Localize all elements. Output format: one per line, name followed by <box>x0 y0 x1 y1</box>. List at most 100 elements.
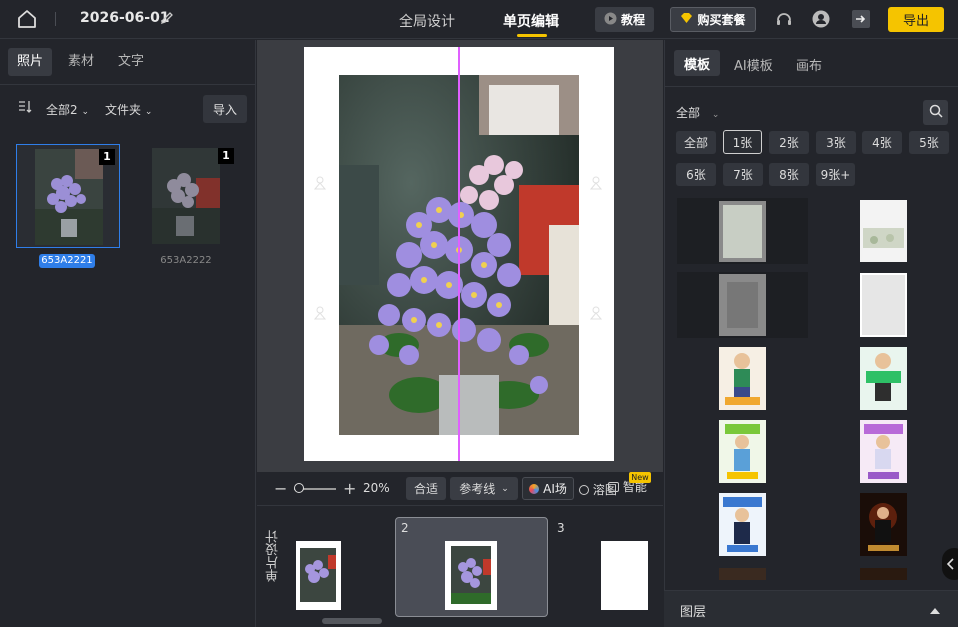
pencil-icon[interactable] <box>160 11 174 25</box>
diamond-icon <box>680 12 693 27</box>
project-date-title[interactable]: 2026-06-01 <box>80 10 170 26</box>
play-icon <box>604 12 617 28</box>
template-card[interactable] <box>860 273 907 337</box>
watermark-icon <box>312 305 328 321</box>
divider <box>55 12 56 26</box>
page-strip-scrollbar[interactable] <box>322 618 382 624</box>
chip-4[interactable]: 4张 <box>862 131 902 154</box>
chip-all[interactable]: 全部 <box>676 131 716 154</box>
page-strip-label: 单片设计 <box>266 530 281 582</box>
filter-all-label: 全部2 <box>46 103 78 117</box>
ai-scene-label: AI场 <box>543 482 567 496</box>
photo-caption: 653A2221 <box>39 254 95 268</box>
caret-up-icon[interactable] <box>930 604 940 614</box>
watermark-icon <box>588 175 604 191</box>
photo-image <box>152 148 220 244</box>
tab-materials[interactable]: 素材 <box>68 48 94 76</box>
import-button[interactable]: 导入 <box>203 95 247 123</box>
search-button[interactable] <box>923 100 948 125</box>
photo-count-badge: 1 <box>99 149 115 165</box>
logout-icon[interactable] <box>852 10 870 28</box>
chip-6[interactable]: 6张 <box>676 163 716 186</box>
chip-1[interactable]: 1张 <box>723 130 762 154</box>
page-thumbnail[interactable] <box>296 541 341 610</box>
headset-icon[interactable] <box>774 9 794 29</box>
folder-label: 文件夹 <box>105 103 142 117</box>
chip-5[interactable]: 5张 <box>909 131 949 154</box>
tab-text[interactable]: 文字 <box>118 48 144 76</box>
new-badge: New <box>629 472 651 483</box>
zoom-in-icon[interactable]: + <box>343 479 356 498</box>
page-thumbnail[interactable] <box>601 541 648 610</box>
template-card[interactable] <box>860 568 907 580</box>
reference-line-label: 参考线 <box>459 482 496 496</box>
page-number: 2 <box>401 521 409 535</box>
page-thumbnail[interactable] <box>445 541 497 610</box>
chip-3[interactable]: 3张 <box>816 131 856 154</box>
radio-circle-icon <box>579 485 589 495</box>
chip-8[interactable]: 8张 <box>769 163 809 186</box>
reference-line-dropdown[interactable]: 参考线 ⌄ <box>450 477 518 500</box>
watermark-icon <box>588 305 604 321</box>
active-tab-indicator <box>517 34 547 37</box>
template-card[interactable] <box>719 420 766 483</box>
tab-global-design[interactable]: 全局设计 <box>399 11 455 31</box>
sort-icon[interactable] <box>18 100 32 114</box>
buy-package-label: 购买套餐 <box>697 13 746 27</box>
template-card[interactable] <box>677 198 808 264</box>
watermark-icon <box>312 175 328 191</box>
collapse-panel-handle[interactable] <box>942 548 958 580</box>
tab-canvas[interactable]: 画布 <box>796 55 822 74</box>
zoom-out-icon[interactable]: − <box>274 479 287 498</box>
photo-caption: 653A2222 <box>160 255 212 266</box>
filter-all-dropdown[interactable]: 全部2 ⌄ <box>46 101 89 118</box>
left-panel-tabs: 照片 素材 文字 <box>8 48 248 76</box>
photo-count-badge: 1 <box>218 148 234 164</box>
template-card[interactable] <box>719 347 766 410</box>
smart-icon <box>608 482 619 492</box>
ai-icon <box>529 483 540 494</box>
photo-image <box>35 149 103 245</box>
template-card[interactable] <box>719 568 766 580</box>
template-filter-dropdown[interactable]: 全部 ⌄ <box>676 104 719 121</box>
zoom-slider-handle[interactable] <box>294 483 304 493</box>
tutorial-label: 教程 <box>620 13 645 27</box>
search-icon <box>929 104 943 122</box>
export-button[interactable]: 导出 <box>888 7 944 32</box>
folder-dropdown[interactable]: 文件夹 ⌄ <box>105 101 152 118</box>
photo-thumbnail[interactable]: 1 <box>16 144 120 248</box>
template-card[interactable] <box>860 493 907 556</box>
chevron-down-icon: ⌄ <box>81 107 90 117</box>
template-card[interactable] <box>860 200 907 262</box>
reference-guide-line[interactable] <box>458 47 460 461</box>
chip-9plus[interactable]: 9张+ <box>816 163 855 186</box>
layers-label: 图层 <box>680 605 707 620</box>
buy-package-button[interactable]: 购买套餐 <box>670 7 756 32</box>
ai-scene-button[interactable]: AI场 <box>522 477 574 500</box>
divider <box>664 86 958 87</box>
chevron-down-icon: ⌄ <box>711 110 720 120</box>
fit-button[interactable]: 合适 <box>406 477 446 500</box>
tab-ai-templates[interactable]: AI模板 <box>734 55 773 74</box>
template-card[interactable] <box>860 420 907 483</box>
left-panel <box>0 40 256 627</box>
chevron-down-icon: ⌄ <box>501 483 509 494</box>
template-card[interactable] <box>860 347 907 410</box>
home-icon[interactable] <box>16 9 38 29</box>
divider <box>0 84 256 85</box>
chevron-down-icon: ⌄ <box>144 107 153 117</box>
tutorial-button[interactable]: 教程 <box>595 7 654 32</box>
tab-photos[interactable]: 照片 <box>8 48 52 76</box>
template-card[interactable] <box>719 493 766 556</box>
photo-thumbnail[interactable]: 1 <box>134 144 238 248</box>
page-number: 3 <box>557 521 565 535</box>
zoom-level: 20% <box>363 481 390 495</box>
template-card[interactable] <box>677 272 808 338</box>
chip-7[interactable]: 7张 <box>723 163 763 186</box>
layers-panel-header[interactable] <box>664 590 958 627</box>
user-avatar-icon[interactable] <box>811 9 831 29</box>
template-filter-label: 全部 <box>676 106 701 120</box>
tab-templates[interactable]: 模板 <box>674 50 720 76</box>
tab-single-page-edit[interactable]: 单页编辑 <box>503 11 559 31</box>
chip-2[interactable]: 2张 <box>769 131 809 154</box>
